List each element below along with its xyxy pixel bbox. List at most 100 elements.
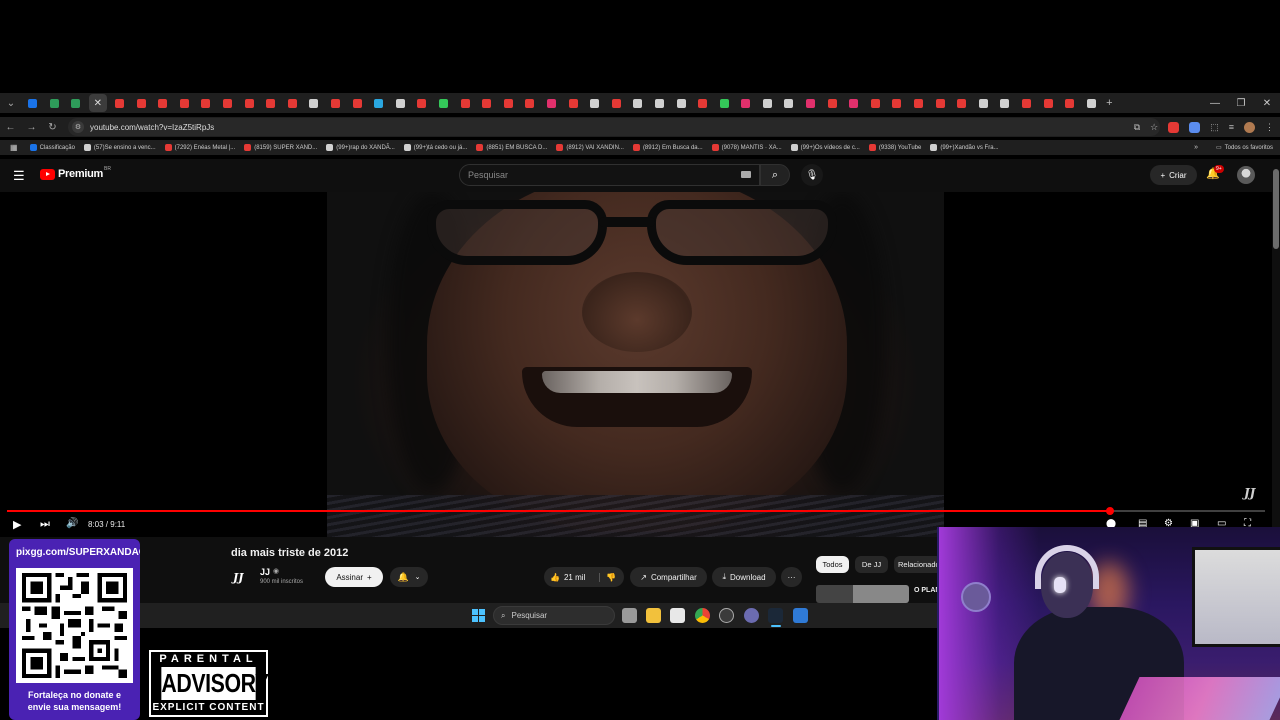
browser-tab-favicon[interactable] — [870, 98, 880, 108]
browser-tab-favicon[interactable] — [1065, 98, 1075, 108]
bookmark-item[interactable]: (99+)tá cedo ou já... — [403, 144, 467, 151]
browser-tab-favicon[interactable] — [331, 98, 341, 108]
video-frame[interactable] — [327, 192, 944, 537]
video-player[interactable] — [0, 192, 1272, 537]
start-icon[interactable] — [472, 609, 485, 622]
browser-tab-favicon[interactable] — [654, 98, 664, 108]
browser-tab-favicon[interactable] — [1043, 98, 1053, 108]
bookmark-item[interactable]: (8851) EM BUSCA D... — [476, 144, 547, 151]
browser-tab-favicon[interactable] — [201, 98, 211, 108]
bookmark-item[interactable]: Classificação — [29, 144, 75, 151]
browser-tab-favicon[interactable] — [71, 98, 81, 108]
chip-all[interactable]: Todos — [816, 556, 849, 573]
tab-search-icon[interactable]: ⌄ — [0, 98, 22, 109]
browser-tab-favicon[interactable] — [914, 98, 924, 108]
voice-search-button[interactable]: 🎙 — [801, 164, 823, 186]
browser-tab-favicon[interactable] — [244, 98, 254, 108]
file-explorer-icon[interactable] — [646, 608, 661, 623]
search-button[interactable]: ⌕ — [760, 164, 790, 186]
browser-tab-favicon[interactable] — [266, 98, 276, 108]
address-bar[interactable]: ⚙ youtube.com/watch?v=IzaZ5tiRpJs — [68, 118, 1160, 136]
notification-bell-button[interactable]: 🔔 ⌄ — [390, 567, 428, 587]
chip-from-channel[interactable]: De JJ — [855, 556, 888, 573]
app-icon[interactable] — [793, 608, 808, 623]
active-tab-close-icon[interactable]: ✕ — [88, 94, 107, 112]
browser-tab-favicon[interactable] — [503, 98, 513, 108]
install-app-icon[interactable]: ⧉ — [1134, 122, 1140, 133]
new-tab-button[interactable]: + — [1106, 97, 1112, 109]
browser-tab-favicon[interactable] — [784, 98, 794, 108]
bookmark-item[interactable]: (8912) Em Busca da... — [632, 144, 703, 151]
browser-tab-favicon[interactable] — [179, 98, 189, 108]
browser-tab-favicon[interactable] — [1000, 98, 1010, 108]
browser-tab-favicon[interactable] — [827, 98, 837, 108]
browser-tab-favicon[interactable] — [590, 98, 600, 108]
browser-tab-favicon[interactable] — [676, 98, 686, 108]
dislike-icon[interactable]: 👎 — [599, 572, 616, 582]
create-button[interactable]: + Criar — [1150, 165, 1197, 185]
browser-tab-favicon[interactable] — [28, 98, 38, 108]
maximize-icon[interactable]: ❐ — [1228, 98, 1254, 109]
browser-tab-favicon[interactable] — [568, 98, 578, 108]
app-icon[interactable] — [719, 608, 734, 623]
all-bookmarks[interactable]: » ▭ Todos os favoritos — [1194, 140, 1273, 155]
download-button[interactable]: ⤓ Download — [712, 567, 776, 587]
bookmark-item[interactable]: (99+)rap do XANDÃ... — [326, 144, 395, 151]
task-view-icon[interactable] — [622, 608, 637, 623]
browser-tab-favicon[interactable] — [957, 98, 967, 108]
volume-icon[interactable]: 🔊 — [66, 518, 78, 529]
browser-tab-favicon[interactable] — [223, 98, 233, 108]
settings-icon[interactable] — [744, 608, 759, 623]
media-control-icon[interactable]: ≡ — [1229, 122, 1234, 132]
taskbar-search[interactable]: ⌕ Pesquisar — [493, 606, 615, 625]
avatar[interactable] — [1237, 166, 1255, 184]
browser-tab-favicon[interactable] — [741, 98, 751, 108]
bookmark-star-icon[interactable]: ☆ — [1150, 122, 1158, 133]
bookmark-item[interactable]: (8159) SUPER XAND... — [244, 144, 317, 151]
browser-tab-favicon[interactable] — [978, 98, 988, 108]
browser-tab-favicon[interactable] — [309, 98, 319, 108]
browser-tab-favicon[interactable] — [1086, 98, 1096, 108]
more-actions-button[interactable]: ··· — [781, 567, 802, 587]
channel-watermark[interactable]: JJ — [1244, 486, 1255, 500]
play-icon[interactable]: ▶ — [13, 518, 21, 531]
reload-icon[interactable]: ↻ — [42, 122, 63, 133]
browser-tab-favicon[interactable] — [352, 98, 362, 108]
browser-tab-favicon[interactable] — [460, 98, 470, 108]
channel-avatar[interactable]: JJ — [233, 568, 251, 586]
recommended-thumbnail[interactable] — [816, 585, 909, 603]
store-icon[interactable] — [670, 608, 685, 623]
browser-tab-favicon[interactable] — [438, 98, 448, 108]
progress-bar[interactable] — [7, 507, 1265, 515]
browser-tab-favicon[interactable] — [136, 98, 146, 108]
like-count[interactable]: 21 mil — [564, 573, 585, 582]
channel-name[interactable]: JJ — [260, 567, 270, 577]
youtube-logo[interactable]: Premium BR — [40, 166, 111, 180]
share-button[interactable]: ↗ Compartilhar — [630, 567, 707, 587]
bookmark-item[interactable]: (8912) VAI XANDIN... — [556, 144, 624, 151]
next-icon[interactable]: ⏭ — [40, 518, 50, 531]
browser-tab-favicon[interactable] — [482, 98, 492, 108]
browser-menu-icon[interactable]: ⋮ — [1265, 122, 1274, 133]
like-icon[interactable]: 👍 — [550, 573, 560, 582]
minimize-icon[interactable]: — — [1202, 98, 1228, 109]
steam-icon[interactable] — [768, 608, 783, 623]
browser-tab-favicon[interactable] — [806, 98, 816, 108]
search-input[interactable]: Pesquisar — [459, 164, 760, 186]
browser-tab-favicon[interactable] — [374, 98, 384, 108]
browser-tab-favicon[interactable] — [287, 98, 297, 108]
profile-avatar-icon[interactable] — [1244, 121, 1255, 133]
extension-icon[interactable] — [1168, 121, 1180, 133]
scroll-thumb[interactable] — [1273, 169, 1279, 249]
apps-grid-icon[interactable]: ▦ — [10, 143, 18, 152]
bookmark-item[interactable]: (57)Se ensino a venc... — [83, 144, 156, 151]
browser-tab-favicon[interactable] — [849, 98, 859, 108]
browser-tab-favicon[interactable] — [525, 98, 535, 108]
browser-tab-favicon[interactable] — [1022, 98, 1032, 108]
bookmark-item[interactable]: (99+)Os vídeos de c... — [790, 144, 860, 151]
bookmark-item[interactable]: (9338) YouTube — [868, 144, 921, 151]
more-bookmarks-icon[interactable]: » — [1194, 144, 1198, 151]
browser-tab-favicon[interactable] — [719, 98, 729, 108]
browser-tab-favicon[interactable] — [395, 98, 405, 108]
browser-tab-favicon[interactable] — [546, 98, 556, 108]
